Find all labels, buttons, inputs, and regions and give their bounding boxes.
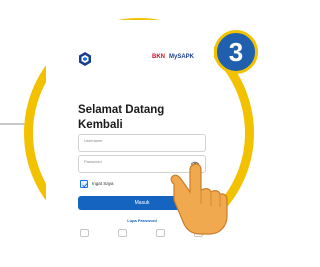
app-logo-icon [79, 52, 91, 66]
step-number-badge: 3 [214, 30, 258, 74]
bkn-logo: BKN [152, 54, 165, 60]
password-label: Password [84, 159, 102, 164]
remember-me-checkbox[interactable] [80, 180, 88, 188]
remember-me-label: Ingat Saya [92, 181, 114, 186]
step-illustration: BKN MySAPK Selamat Datang Kembali Usernam… [0, 0, 268, 267]
partner-logos: BKN MySAPK [152, 54, 194, 60]
check-icon [82, 182, 88, 188]
hand-pointer-icon [170, 163, 228, 235]
home-icon[interactable] [80, 229, 89, 237]
mysapk-logo: MySAPK [169, 54, 195, 60]
welcome-heading: Selamat Datang Kembali [78, 104, 165, 131]
username-field[interactable]: Username [78, 134, 206, 152]
username-label: Username [84, 138, 103, 143]
document-icon[interactable] [118, 229, 127, 237]
